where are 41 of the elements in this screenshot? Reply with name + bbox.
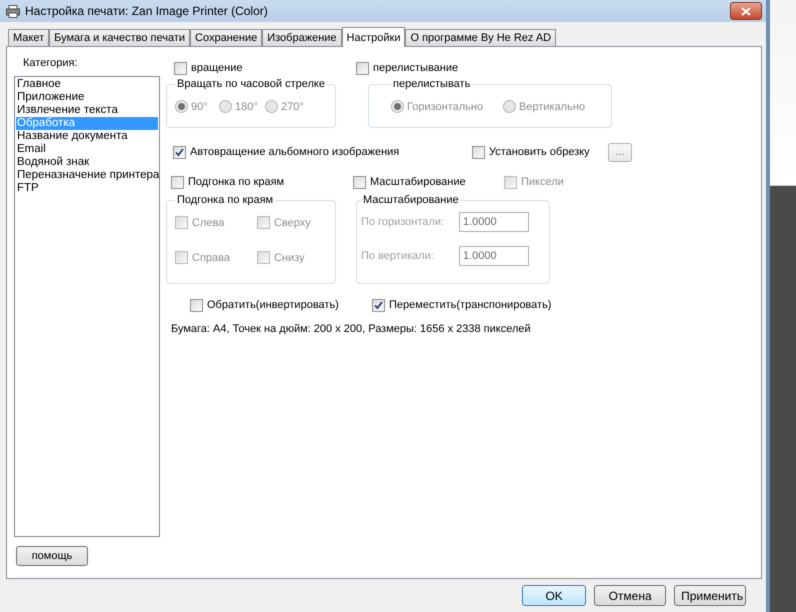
crop-settings-button[interactable]: ... [608, 142, 632, 162]
list-item[interactable]: Приложение [16, 91, 158, 104]
invert-checkbox[interactable]: Обратить(инвертировать) [190, 298, 339, 312]
printer-icon [6, 4, 20, 18]
tab[interactable]: Макет [8, 29, 50, 46]
group-title: Подгонка по краям [176, 194, 274, 206]
dialog-button[interactable]: Применить [674, 585, 746, 606]
list-item[interactable]: Главное [16, 78, 158, 91]
list-item[interactable]: Извлечение текста [16, 104, 158, 117]
close-icon [741, 6, 752, 16]
rotation-checkbox[interactable]: вращение [174, 62, 242, 74]
list-item[interactable]: Переназначение принтера [16, 169, 158, 182]
field-label: По горизонтали: [361, 216, 445, 228]
dialog-button[interactable]: OK [522, 585, 586, 606]
tab[interactable]: Настройки [342, 27, 406, 47]
category-label: Категория: [22, 57, 78, 69]
group-title: Вращать по часовой стрелке [176, 78, 326, 90]
autorotate-checkbox[interactable]: Автовращение альбомного изображения [173, 146, 400, 158]
group-title: Масштабирование [362, 194, 460, 206]
list-item[interactable]: FTP [16, 182, 158, 195]
flip-checkbox[interactable]: перелистывание [356, 62, 458, 74]
window-title: Настройка печати: Zan Image Printer (Color) [25, 4, 269, 18]
info-text: Бумага: A4, Точек на дюйм: 200 x 200, Размеры: 1656 x 2338 пикселей [171, 323, 531, 335]
tab[interactable]: О программе By He Rez AD [405, 29, 556, 46]
crop-checkbox[interactable]: Установить обрезку [472, 146, 590, 158]
fit-checkbox[interactable]: Подгонка по краям [171, 176, 284, 188]
tab[interactable]: Изображение [262, 29, 342, 46]
list-item[interactable]: Email [16, 143, 158, 156]
transpose-checkbox[interactable]: Переместить(транспонировать) [372, 298, 552, 312]
close-button[interactable] [730, 2, 762, 20]
scaling-checkbox[interactable]: Масштабирование [353, 176, 466, 188]
check-icon [175, 148, 184, 156]
tab[interactable]: Сохранение [190, 29, 262, 46]
field-label: По вертикали: [361, 250, 435, 262]
tab[interactable]: Бумага и качество печати [49, 29, 190, 46]
list-item[interactable]: Водяной знак [16, 156, 158, 169]
group-title: перелистывать [392, 78, 472, 90]
list-item[interactable]: Название документа [16, 130, 158, 143]
dialog-button[interactable]: Отмена [594, 585, 666, 606]
help-button[interactable]: помощь [16, 546, 88, 566]
check-icon [374, 300, 383, 310]
